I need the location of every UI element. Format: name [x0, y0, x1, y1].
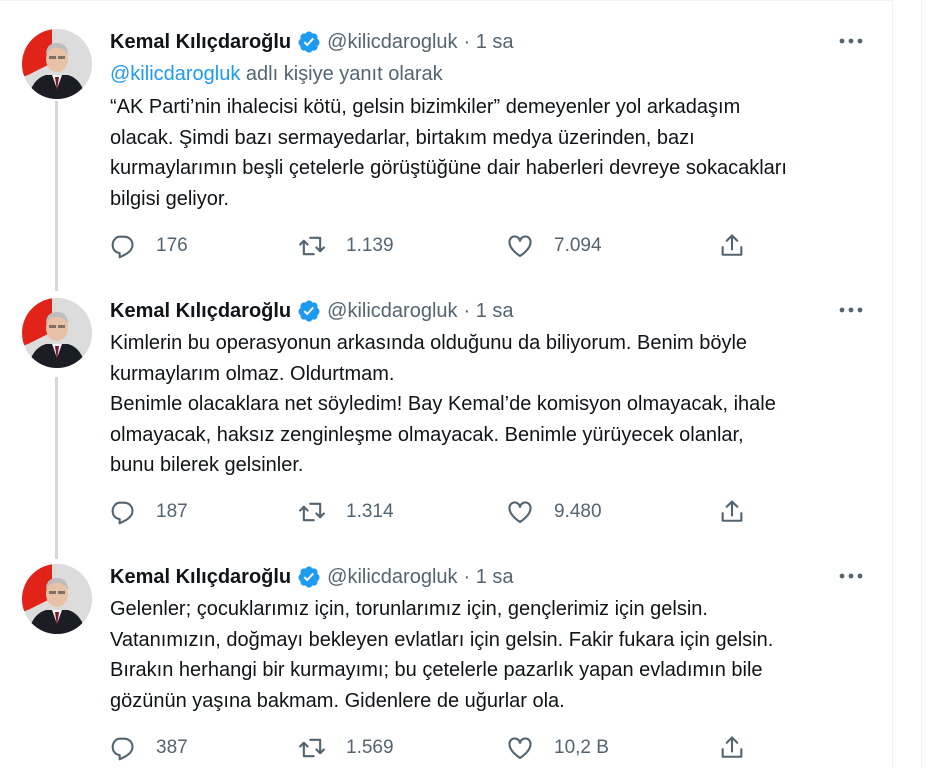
- reply-mention-link[interactable]: @kilicdarogluk: [110, 63, 240, 85]
- retweet-icon: [299, 236, 325, 256]
- reply-count: 387: [156, 737, 188, 758]
- retweet-button[interactable]: 1.314: [298, 497, 394, 527]
- retweet-button[interactable]: 1.569: [298, 733, 394, 763]
- like-count: 7.094: [554, 235, 602, 256]
- tweet-actions: 187 1.314 9.480: [108, 497, 748, 527]
- author-name[interactable]: Kemal Kılıçdaroğlu: [110, 31, 291, 54]
- share-icon: [721, 234, 743, 256]
- verified-badge-icon: [297, 299, 321, 323]
- tweet-header: Kemal Kılıçdaroğlu @kilicdarogluk · 1 sa: [110, 298, 514, 324]
- reply-button[interactable]: 187: [108, 497, 188, 527]
- tweet-actions: 176 1.139 7.094: [108, 231, 748, 261]
- tweet-text: Gelenler; çocuklarımız için, torunlarımı…: [110, 598, 774, 712]
- reply-button[interactable]: 176: [108, 231, 188, 261]
- tweet[interactable]: Kemal Kılıçdaroğlu @kilicdarogluk · 1 sa…: [0, 547, 893, 769]
- reply-count: 176: [156, 235, 188, 256]
- reply-context: @kilicdarogluk adlı kişiye yanıt olarak: [110, 63, 443, 86]
- avatar[interactable]: [22, 298, 92, 368]
- author-name[interactable]: Kemal Kılıçdaroğlu: [110, 566, 291, 589]
- retweet-button[interactable]: 1.139: [298, 231, 394, 261]
- more-horizontal-icon[interactable]: [837, 300, 865, 320]
- reply-icon: [111, 235, 134, 259]
- reply-icon: [111, 501, 134, 525]
- verified-badge-icon: [297, 30, 321, 54]
- tweet-header: Kemal Kılıçdaroğlu @kilicdarogluk · 1 sa: [110, 564, 514, 590]
- tweet-timestamp[interactable]: · 1 sa: [464, 300, 514, 323]
- tweet[interactable]: Kemal Kılıçdaroğlu @kilicdarogluk · 1 sa…: [0, 281, 893, 559]
- retweet-icon: [299, 738, 325, 758]
- more-horizontal-icon[interactable]: [837, 31, 865, 51]
- like-button[interactable]: 9.480: [506, 497, 602, 527]
- timeline: Kemal Kılıçdaroğlu @kilicdarogluk · 1 sa…: [0, 0, 893, 768]
- thread-connector: [55, 101, 58, 291]
- tweet-actions: 387 1.569 10,2 B: [108, 733, 748, 763]
- more-horizontal-icon[interactable]: [837, 566, 865, 586]
- retweet-count: 1.314: [346, 501, 394, 522]
- like-count: 9.480: [554, 501, 602, 522]
- reply-icon: [111, 737, 134, 761]
- tweet-text: “AK Parti’nin ihalecisi kötü, gelsin biz…: [110, 96, 787, 210]
- tweet-header: Kemal Kılıçdaroğlu @kilicdarogluk · 1 sa: [110, 29, 514, 55]
- share-icon: [721, 736, 743, 758]
- thread-connector: [55, 377, 58, 559]
- avatar[interactable]: [22, 564, 92, 634]
- share-button[interactable]: [718, 733, 746, 763]
- reply-count: 187: [156, 501, 188, 522]
- avatar[interactable]: [22, 29, 92, 99]
- share-button[interactable]: [718, 231, 746, 261]
- author-name[interactable]: Kemal Kılıçdaroğlu: [110, 300, 291, 323]
- tweet-timestamp[interactable]: · 1 sa: [464, 566, 514, 589]
- retweet-icon: [299, 502, 325, 522]
- author-handle[interactable]: @kilicdarogluk: [327, 31, 457, 54]
- tweet-text: Kimlerin bu operasyonun arkasında olduğu…: [110, 332, 776, 476]
- tweet-timestamp[interactable]: · 1 sa: [464, 31, 514, 54]
- verified-badge-icon: [297, 565, 321, 589]
- reply-context-label: adlı kişiye yanıt olarak: [240, 63, 443, 85]
- share-button[interactable]: [718, 497, 746, 527]
- like-button[interactable]: 7.094: [506, 231, 602, 261]
- reply-button[interactable]: 387: [108, 733, 188, 763]
- column-divider: [921, 0, 922, 768]
- author-handle[interactable]: @kilicdarogluk: [327, 566, 457, 589]
- heart-icon: [508, 235, 532, 257]
- share-icon: [721, 500, 743, 522]
- heart-icon: [508, 737, 532, 759]
- like-count: 10,2 B: [554, 737, 609, 758]
- heart-icon: [508, 501, 532, 523]
- retweet-count: 1.569: [346, 737, 394, 758]
- like-button[interactable]: 10,2 B: [506, 733, 609, 763]
- retweet-count: 1.139: [346, 235, 394, 256]
- author-handle[interactable]: @kilicdarogluk: [327, 300, 457, 323]
- tweet[interactable]: Kemal Kılıçdaroğlu @kilicdarogluk · 1 sa…: [0, 1, 893, 291]
